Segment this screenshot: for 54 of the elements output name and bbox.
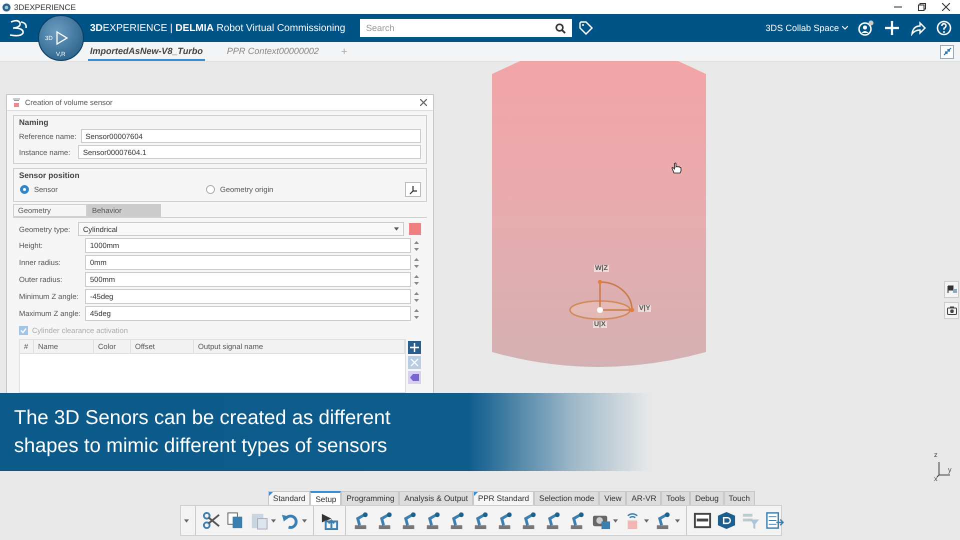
toolbar-tab[interactable]: PPR Standard xyxy=(472,491,534,505)
list-icon[interactable] xyxy=(765,511,784,530)
play-icon[interactable] xyxy=(56,31,68,45)
color-swatch[interactable] xyxy=(409,223,421,235)
caret-icon[interactable] xyxy=(302,518,307,522)
flag-button[interactable] xyxy=(944,281,959,298)
toolbar-tab[interactable]: Setup xyxy=(310,491,342,505)
collab-space-dropdown[interactable]: 3DS Collab Space xyxy=(765,23,848,33)
app-icon xyxy=(2,2,11,12)
caret-icon[interactable] xyxy=(644,518,649,522)
close-icon[interactable] xyxy=(942,3,950,11)
collapse-icon[interactable] xyxy=(942,47,952,56)
caret-icon[interactable] xyxy=(842,26,848,30)
flag-icon[interactable] xyxy=(946,285,956,294)
restore-icon[interactable] xyxy=(918,3,926,11)
scissors-icon[interactable] xyxy=(202,511,221,530)
logo-icon xyxy=(8,19,28,37)
collapse-button[interactable] xyxy=(940,44,954,58)
toolbar-tab[interactable]: Debug xyxy=(690,491,724,505)
caret-icon[interactable] xyxy=(675,518,680,522)
axis-icon[interactable] xyxy=(408,184,418,194)
tag-icon[interactable] xyxy=(579,21,593,35)
search-icon[interactable] xyxy=(555,22,566,34)
panel-icon[interactable] xyxy=(693,511,712,530)
plus-icon[interactable] xyxy=(884,20,900,36)
window-title: 3DEXPERIENCE xyxy=(14,2,76,12)
camera-icon[interactable] xyxy=(946,306,956,315)
close-icon[interactable] xyxy=(420,99,427,106)
axis-button[interactable] xyxy=(405,182,421,197)
toolbar-tab[interactable]: Analysis & Output xyxy=(399,491,473,505)
help-icon[interactable] xyxy=(936,20,952,36)
toolbar-tab[interactable]: Touch xyxy=(724,491,755,505)
caret-icon[interactable] xyxy=(271,518,276,522)
hand-cursor-icon xyxy=(671,162,682,174)
toolbar-tab[interactable]: Tools xyxy=(661,491,690,505)
export-icon[interactable] xyxy=(320,511,339,530)
share-icon[interactable] xyxy=(910,20,926,36)
group-title: Sensor position xyxy=(19,171,80,180)
group-title: Naming xyxy=(19,118,50,127)
sensor-icon xyxy=(13,98,20,107)
caption-text: The 3D Senors can be created as different shapes to mimic different types of sensors xyxy=(14,406,392,459)
toolbar-tab[interactable]: Selection mode xyxy=(534,491,600,505)
caret-icon[interactable] xyxy=(394,227,399,231)
app-brand: 3DEXPERIENCE | DELMIA Robot Virtual Commissioning xyxy=(90,22,346,34)
caret-icon[interactable] xyxy=(184,518,189,522)
caret-icon[interactable] xyxy=(613,518,618,522)
toolbar-tab[interactable]: Programming xyxy=(341,491,400,505)
toolbar-tab[interactable]: View xyxy=(599,491,626,505)
camera-button[interactable] xyxy=(944,302,959,319)
toolbar-tab[interactable]: AR-VR xyxy=(626,491,662,505)
toolbar-tab[interactable]: Standard xyxy=(268,491,310,505)
cube-icon[interactable] xyxy=(717,511,736,530)
copy-icon[interactable] xyxy=(226,511,245,530)
user-icon[interactable] xyxy=(858,20,874,36)
